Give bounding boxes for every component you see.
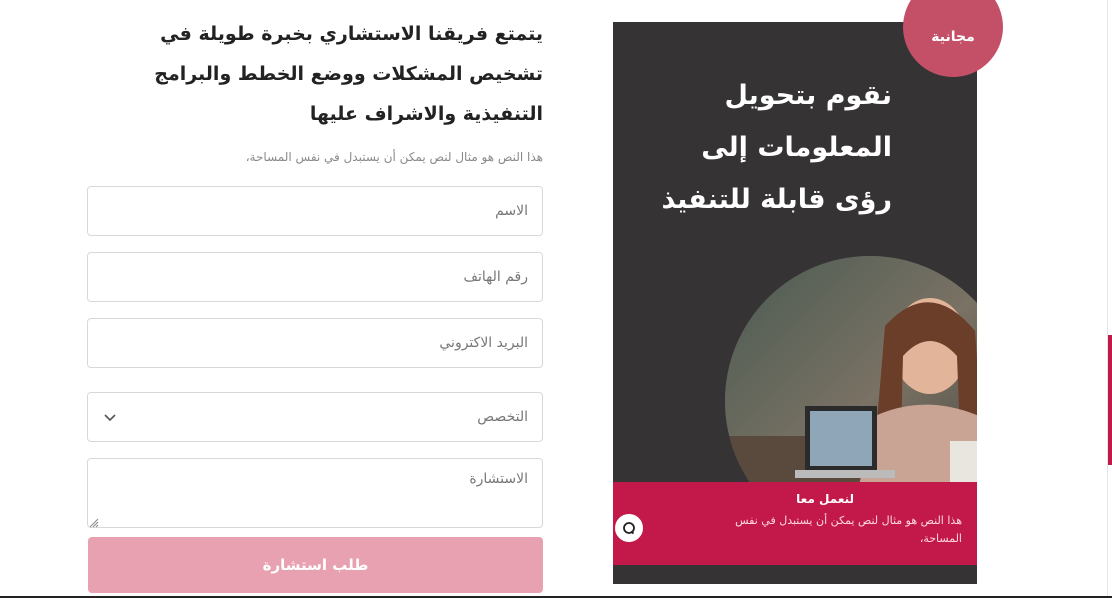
email-placeholder: البريد الاكتروني [439,335,528,351]
banner-title: لنعمل معا [796,492,854,506]
scrollbar-thumb[interactable] [1108,335,1112,465]
consultation-textarea[interactable]: الاستشارة [87,458,543,528]
specialty-value: التخصص [477,409,528,425]
form-subtitle: هذا النص هو مثال لنص يمكن أن يستبدل في ن… [245,150,543,164]
specialty-select[interactable]: التخصص [87,392,543,442]
submit-consultation-button[interactable]: طلب استشارة [88,537,543,593]
phone-placeholder: رقم الهاتف [463,269,528,285]
form-heading: يتمتع فريقنا الاستشاري بخبرة طويلة في تش… [154,23,543,125]
name-input[interactable]: الاسم [87,186,543,236]
chat-button[interactable] [613,512,645,544]
scrollbar-track [1107,0,1108,598]
resize-handle-icon[interactable] [89,516,99,528]
banner-text: هذا النص هو مثال لنص يمكن أن يستبدل في ن… [735,514,962,545]
consultation-placeholder: الاستشارة [469,471,528,487]
phone-input[interactable]: رقم الهاتف [87,252,543,302]
card-title: نقوم بتحويل المعلومات إلى رؤى قابلة للتن… [661,80,892,215]
email-input[interactable]: البريد الاكتروني [87,318,543,368]
chevron-down-icon [102,409,118,425]
name-placeholder: الاسم [495,203,528,219]
chat-icon [623,522,635,535]
